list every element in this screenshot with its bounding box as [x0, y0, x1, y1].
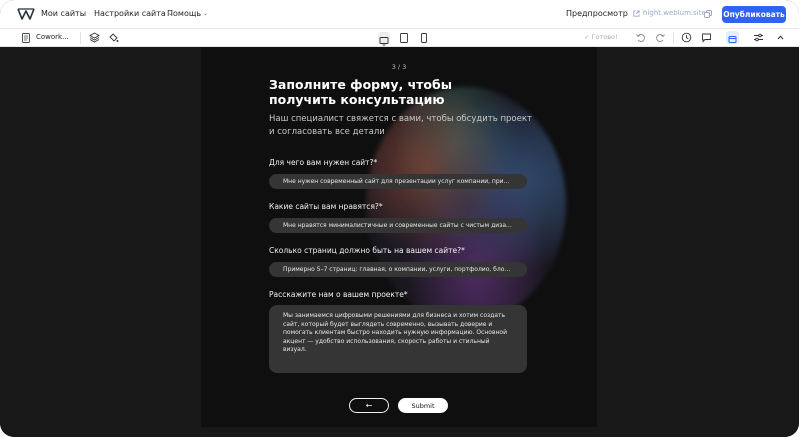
mobile-view-icon[interactable]	[418, 32, 430, 44]
app-window: Мои сайты Настройки сайта ⌄ Помощь ⌄ Предп…	[0, 0, 799, 437]
chevron-down-icon: ⌄	[203, 10, 209, 17]
question-label: Какие сайты вам нравятся?*	[269, 202, 383, 211]
sliders-icon[interactable]	[753, 32, 764, 43]
layers-icon[interactable]	[89, 32, 100, 43]
step-indicator: 3 / 3	[391, 63, 407, 71]
back-button[interactable]: ←	[349, 398, 389, 413]
question-label: Для чего вам нужен сайт?*	[269, 158, 378, 167]
my-sites-link[interactable]: Мои сайты	[41, 9, 86, 18]
form-subtitle: Наш специалист свяжется с вами, чтобы об…	[269, 114, 532, 137]
arrow-left-icon: ←	[365, 401, 373, 410]
desktop-icon	[379, 37, 389, 46]
logo-icon[interactable]	[17, 7, 35, 21]
site-purpose-field[interactable]: Мне нужен современный сайт для презентац…	[269, 174, 527, 189]
page-icon	[22, 33, 30, 43]
save-status: ✓ Готово!	[584, 33, 618, 41]
question-label: Сколько страниц должно быть на вашем сай…	[269, 246, 465, 255]
help-menu[interactable]: Помощь ⌄	[167, 9, 208, 18]
tablet-view-icon[interactable]	[398, 32, 410, 44]
site-link[interactable]: hight.weblum.site	[633, 9, 706, 17]
toolbar-divider	[673, 32, 674, 44]
redo-icon[interactable]	[655, 32, 666, 43]
site-link-text: hight.weblum.site	[643, 9, 706, 17]
paint-bucket-icon[interactable]	[108, 32, 119, 43]
toolbar-divider	[80, 32, 81, 44]
widgets-icon	[728, 36, 737, 43]
submit-button[interactable]: Submit	[398, 398, 448, 413]
publish-button[interactable]: Опубликовать	[722, 6, 786, 23]
site-settings-label: Настройки сайта	[94, 9, 166, 18]
editor-toolbar: Cowork... ✓ Готово!	[0, 29, 799, 47]
question-label: Расскажите нам о вашем проекте*	[269, 290, 408, 299]
chevron-up-icon[interactable]	[775, 32, 786, 43]
top-bar: Мои сайты Настройки сайта ⌄ Помощь ⌄ Предп…	[0, 0, 799, 29]
external-link-icon	[633, 9, 640, 17]
comment-icon[interactable]	[701, 32, 712, 43]
page-selector[interactable]: Cowork...	[36, 33, 69, 41]
desktop-view-button[interactable]	[378, 32, 390, 46]
project-description-textarea[interactable]: Мы занимаемся цифровыми решениями для би…	[269, 305, 527, 373]
site-settings-menu[interactable]: Настройки сайта ⌄	[94, 9, 173, 18]
preview-button[interactable]: Предпросмотр	[566, 9, 628, 18]
form-title: Заполните форму, чтобы получить консульт…	[269, 77, 453, 107]
editor-canvas: 3 / 3 Заполните форму, чтобы получить ко…	[0, 47, 799, 437]
liked-sites-field[interactable]: Мне нравятся минималистичные и современн…	[269, 218, 527, 233]
copy-icon[interactable]	[704, 10, 712, 18]
help-label: Помощь	[167, 9, 202, 18]
undo-icon[interactable]	[635, 32, 646, 43]
page-preview[interactable]: 3 / 3 Заполните форму, чтобы получить ко…	[201, 47, 597, 427]
history-icon[interactable]	[681, 32, 692, 43]
page-count-field[interactable]: Примерно 5–7 страниц: главная, о компани…	[269, 262, 527, 277]
widgets-button[interactable]	[726, 31, 739, 44]
